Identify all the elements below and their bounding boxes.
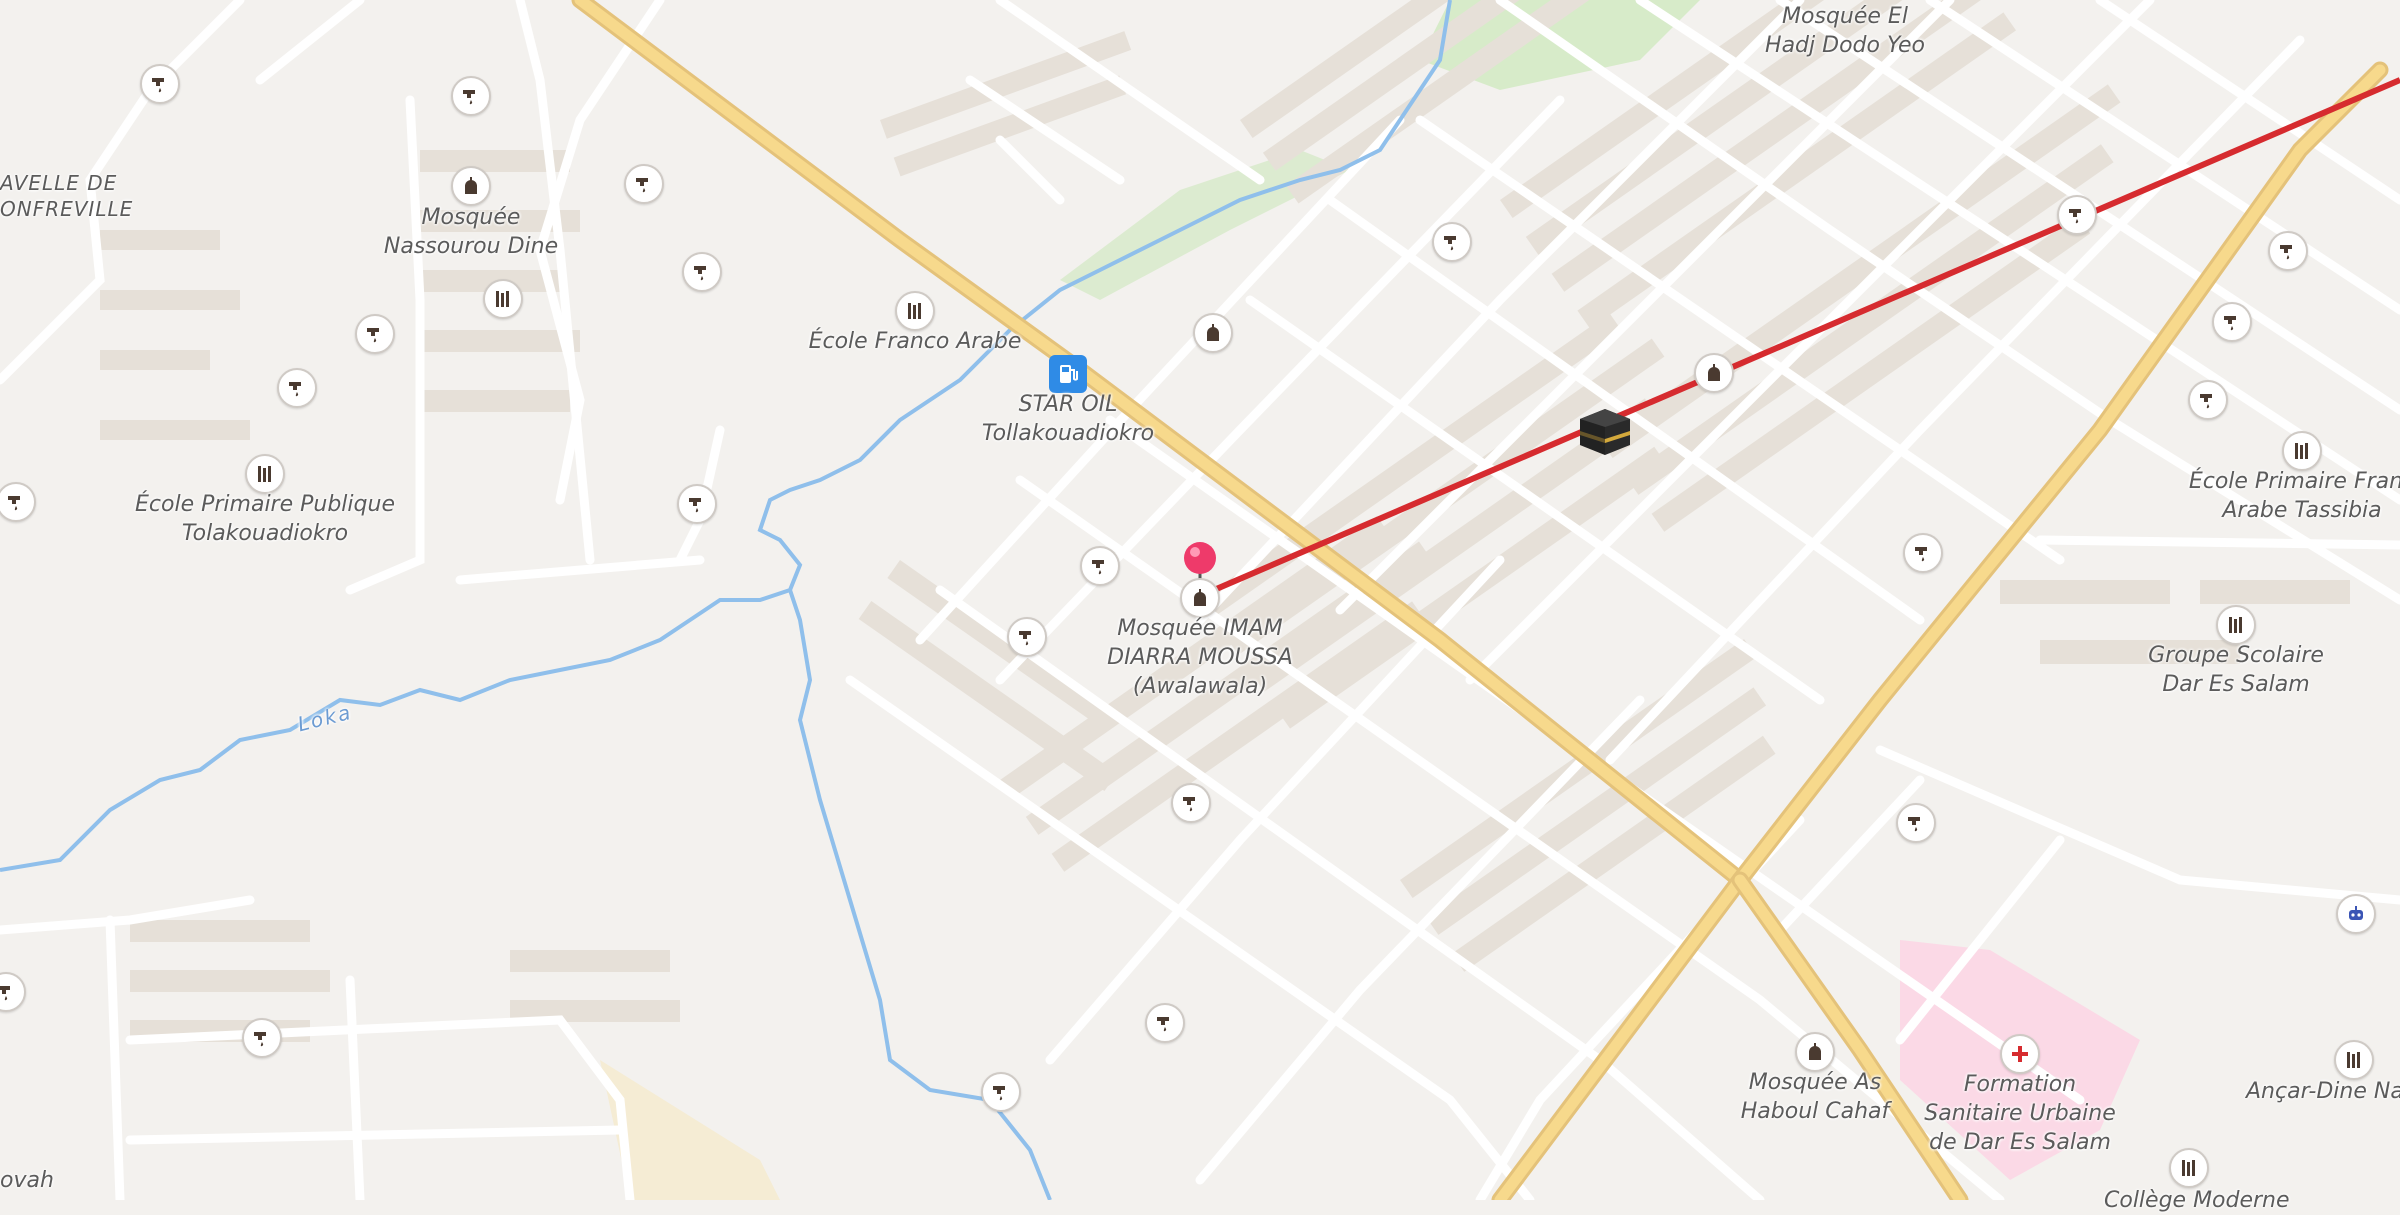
mosque-icon[interactable]	[1694, 353, 1734, 393]
water-tap-icon[interactable]	[1903, 533, 1943, 573]
water-tap-icon[interactable]	[2188, 380, 2228, 420]
school-icon[interactable]	[245, 454, 285, 494]
water-tap-icon[interactable]	[2212, 302, 2252, 342]
label-college-moderne: Collège Moderne	[2104, 1188, 2290, 1213]
label-mosquee-nassourou: Mosquée Nassourou Dine	[383, 205, 559, 259]
label-mosquee-el-hadj: Mosquée El Hadj Dodo Yeo	[1765, 4, 1925, 58]
label-formation-sanitaire: Formation Sanitaire Urbaine de Dar Es Sa…	[1924, 1072, 2116, 1155]
water-tap-icon[interactable]	[242, 1018, 282, 1058]
water-tap-icon[interactable]	[677, 484, 717, 524]
label-ecole-primaire-tassibia: École Primaire Franc Arabe Tassibia	[2188, 469, 2400, 523]
label-mosquee-imam: Mosquée IMAM DIARRA MOUSSA (Awalawala)	[1107, 616, 1293, 699]
school-icon[interactable]	[2216, 605, 2256, 645]
mosque-icon[interactable]	[1193, 313, 1233, 353]
mosque-icon[interactable]	[451, 166, 491, 206]
school-icon[interactable]	[483, 279, 523, 319]
hospital-icon[interactable]	[2000, 1034, 2040, 1074]
label-star-oil: STAR OIL Tollakouadiokro	[981, 392, 1155, 446]
school-icon[interactable]	[2169, 1148, 2209, 1188]
label-mosquee-as-haboul: Mosquée As Haboul Cahaf	[1740, 1070, 1890, 1124]
school-icon[interactable]	[895, 291, 935, 331]
water-tap-icon[interactable]	[682, 252, 722, 292]
water-tap-icon[interactable]	[1171, 783, 1211, 823]
water-tap-icon[interactable]	[451, 76, 491, 116]
water-tap-icon[interactable]	[1007, 617, 1047, 657]
water-tap-icon[interactable]	[140, 64, 180, 104]
mosque-icon[interactable]	[1795, 1032, 1835, 1072]
fuel-station-icon[interactable]	[1049, 355, 1087, 393]
robot-icon[interactable]	[2336, 894, 2376, 934]
school-icon[interactable]	[2282, 431, 2322, 471]
label-ecole-primaire-publique: École Primaire Publique Tolakouadiokro	[135, 492, 395, 546]
water-tap-icon[interactable]	[1080, 546, 1120, 586]
label-groupe-scolaire: Groupe Scolaire Dar Es Salam	[2148, 643, 2324, 697]
school-icon[interactable]	[2334, 1040, 2374, 1080]
water-tap-icon[interactable]	[2268, 231, 2308, 271]
kaaba-icon	[1578, 405, 1632, 459]
label-nouvelle-bonfreville: AVELLE DE ONFREVILLE	[0, 171, 134, 221]
water-tap-icon[interactable]	[277, 368, 317, 408]
label-ovah: ovah	[0, 1168, 54, 1193]
mosque-icon[interactable]	[1180, 578, 1220, 618]
water-tap-icon[interactable]	[1145, 1003, 1185, 1043]
label-ecole-franco-arabe: École Franco Arabe	[808, 329, 1022, 354]
water-tap-icon[interactable]	[1432, 222, 1472, 262]
label-ancar-dine: Ançar-Dine Nat	[2246, 1079, 2400, 1104]
water-tap-icon[interactable]	[355, 314, 395, 354]
water-tap-icon[interactable]	[981, 1072, 1021, 1112]
water-tap-icon[interactable]	[1896, 803, 1936, 843]
water-tap-icon[interactable]	[624, 164, 664, 204]
water-tap-icon[interactable]	[2057, 195, 2097, 235]
